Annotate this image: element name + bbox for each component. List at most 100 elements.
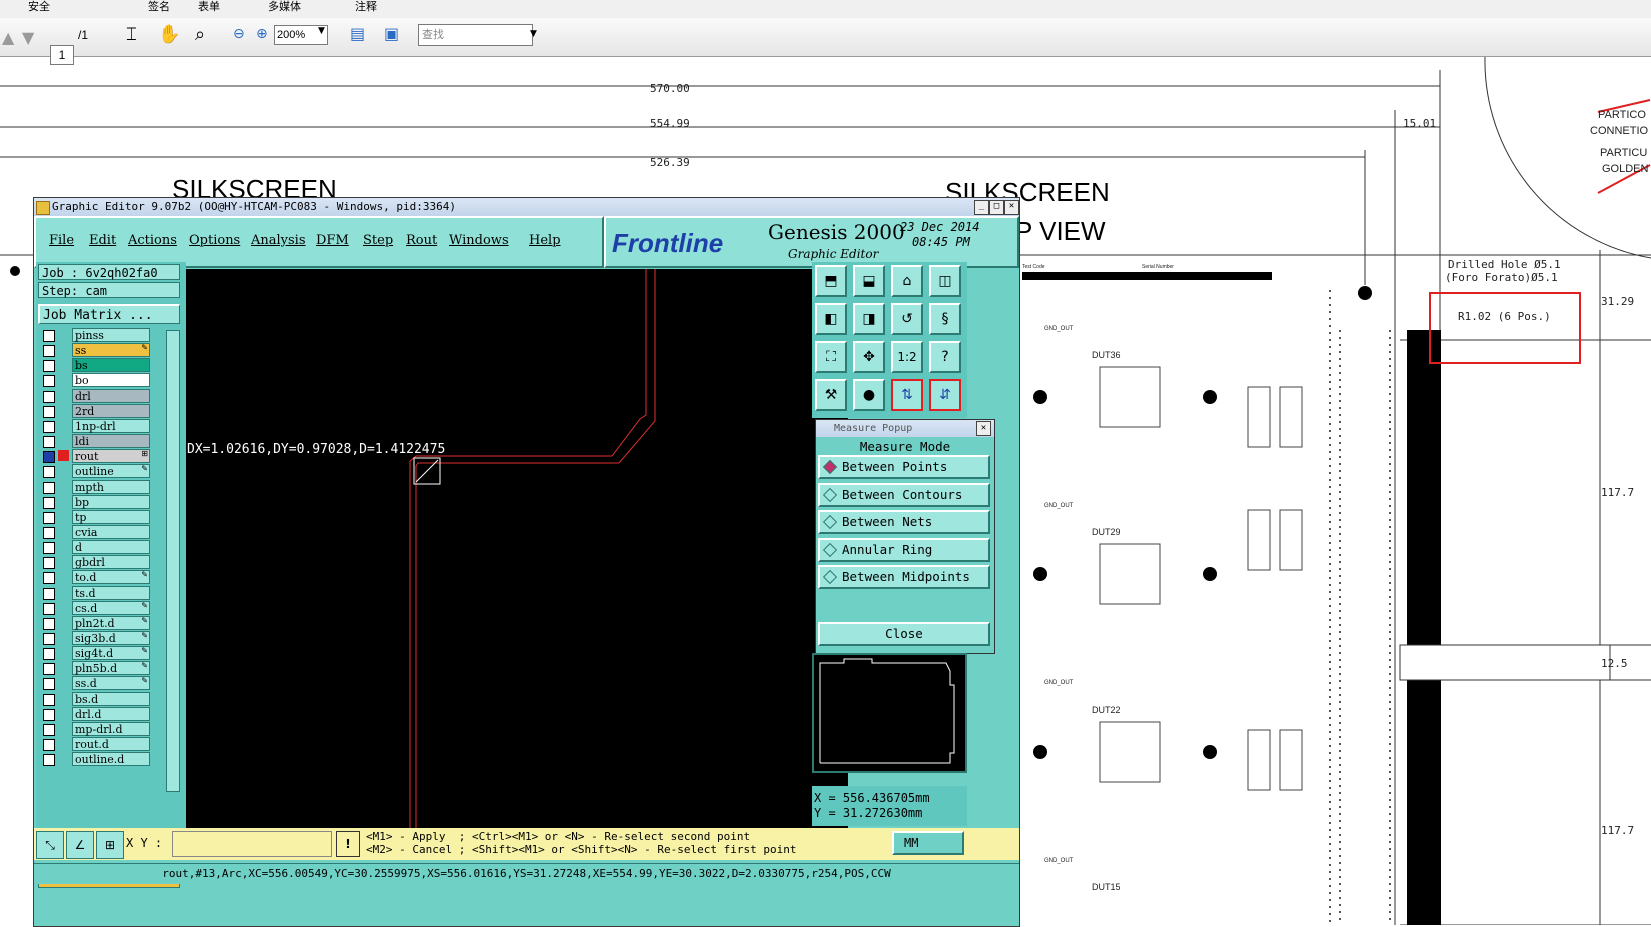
layer-name[interactable]: sig4t.d: [72, 646, 150, 661]
layer-row[interactable]: 2rd: [36, 403, 156, 418]
menu-comments[interactable]: 注释: [355, 0, 377, 14]
layer-checkbox[interactable]: [43, 420, 55, 433]
next-page-icon[interactable]: ▼: [22, 28, 34, 47]
menu-sign[interactable]: 签名: [148, 0, 170, 14]
probe-icon[interactable]: ●: [853, 379, 885, 411]
menu-edit[interactable]: Edit: [89, 233, 116, 248]
layer-row[interactable]: outline ✎: [36, 464, 156, 479]
layer-row[interactable]: ts.d: [36, 585, 156, 600]
layer-checkbox[interactable]: [43, 572, 55, 585]
layer-name[interactable]: d: [72, 540, 150, 555]
layer-checkbox[interactable]: [43, 693, 55, 706]
layer-checkbox[interactable]: [43, 617, 55, 630]
help-button[interactable]: ?: [929, 341, 961, 373]
measure-icon[interactable]: ⇅: [891, 379, 923, 411]
menu-file[interactable]: File: [49, 233, 74, 248]
radio-diamond-icon[interactable]: [822, 459, 838, 475]
radio-diamond-icon[interactable]: [822, 514, 838, 530]
layer-row[interactable]: bp: [36, 494, 156, 509]
layer-row[interactable]: sig3b.d ✎: [36, 631, 156, 645]
redraw-icon[interactable]: §: [929, 303, 961, 335]
snap-icon[interactable]: ⤡: [36, 831, 64, 859]
radio-diamond-icon[interactable]: [822, 542, 838, 557]
layer-checkbox[interactable]: [43, 481, 55, 494]
pan-up-icon[interactable]: ⬒: [815, 265, 847, 297]
layer-name[interactable]: gbdrl: [72, 555, 150, 570]
layer-name[interactable]: pln5b.d: [72, 661, 150, 676]
layer-checkbox[interactable]: [43, 708, 55, 721]
layer-name[interactable]: bo: [72, 373, 150, 388]
zoom-center-icon[interactable]: ✥: [853, 341, 885, 373]
layer-checkbox[interactable]: [43, 375, 55, 388]
layer-row[interactable]: pinss: [36, 328, 156, 342]
layer-checkbox[interactable]: [43, 587, 55, 600]
measure-option[interactable]: Between Points: [818, 455, 990, 479]
layer-checkbox[interactable]: [43, 663, 55, 676]
layer-row[interactable]: bs: [36, 358, 156, 373]
menu-multimedia[interactable]: 多媒体: [268, 0, 301, 14]
layer-checkbox[interactable]: [43, 345, 55, 358]
alert-icon[interactable]: !: [336, 831, 360, 857]
zoom-out-icon[interactable]: ⊖: [233, 26, 245, 42]
layer-checkbox[interactable]: [43, 542, 55, 555]
layer-name[interactable]: outline.d: [72, 752, 150, 767]
layer-checkbox[interactable]: [43, 405, 55, 418]
layer-name[interactable]: bp: [72, 494, 150, 509]
layer-row[interactable]: bs.d: [36, 691, 156, 706]
measure-option[interactable]: Between Nets: [818, 510, 990, 534]
select-tool-icon[interactable]: ⌶: [126, 24, 137, 45]
ratio-button[interactable]: 1:2: [891, 341, 923, 373]
measure-popup-titlebar[interactable]: Measure Popup ✕: [816, 420, 994, 437]
menu-help[interactable]: Help: [529, 233, 561, 248]
layer-checkbox[interactable]: [43, 511, 55, 524]
layer-row[interactable]: mp-drl.d: [36, 721, 156, 736]
menu-actions[interactable]: Actions: [128, 233, 177, 248]
measure-option[interactable]: Between Midpoints: [818, 565, 990, 589]
pan-right-icon[interactable]: ◨: [853, 303, 885, 335]
menu-rout[interactable]: Rout: [406, 233, 437, 248]
layer-name[interactable]: pln2t.d: [72, 615, 150, 630]
layer-checkbox[interactable]: [43, 678, 55, 691]
layer-row[interactable]: outline.d: [36, 752, 156, 767]
layer-name[interactable]: rout: [72, 449, 150, 464]
layer-checkbox[interactable]: [43, 330, 55, 342]
minimize-icon[interactable]: _: [974, 200, 989, 215]
layer-name[interactable]: rout.d: [72, 737, 150, 752]
layer-checkbox[interactable]: [43, 466, 55, 479]
layer-name[interactable]: mpth: [72, 479, 150, 494]
measure-close-button[interactable]: Close: [818, 622, 990, 646]
layer-name[interactable]: 1np-drl: [72, 418, 150, 433]
units-select[interactable]: MM: [892, 831, 964, 855]
layer-row[interactable]: mpth: [36, 479, 156, 494]
layer-checkbox[interactable]: [43, 723, 55, 736]
layer-row[interactable]: to.d ✎: [36, 570, 156, 585]
layer-name[interactable]: drl: [72, 388, 150, 403]
window-split-icon[interactable]: ◫: [929, 265, 961, 297]
layer-checkbox[interactable]: [43, 451, 55, 464]
layer-checkbox[interactable]: [43, 436, 55, 449]
menu-dfm[interactable]: DFM: [316, 233, 349, 248]
layer-checkbox[interactable]: [43, 739, 55, 752]
chevron-down-icon[interactable]: ▼: [318, 26, 325, 36]
layer-row[interactable]: pln5b.d ✎: [36, 661, 156, 676]
undo-icon[interactable]: ↺: [891, 303, 923, 335]
layer-name[interactable]: cvia: [72, 524, 150, 539]
layer-name[interactable]: mp-drl.d: [72, 721, 150, 736]
layer-name[interactable]: 2rd: [72, 403, 150, 418]
layer-name[interactable]: outline: [72, 464, 150, 479]
layer-name[interactable]: bs: [72, 358, 150, 373]
layer-scrollbar[interactable]: [166, 330, 180, 792]
menu-analysis[interactable]: Analysis: [251, 233, 306, 248]
popup-close-icon[interactable]: ✕: [976, 421, 991, 436]
fit-width-icon[interactable]: ▣: [384, 24, 399, 43]
layer-checkbox[interactable]: [43, 633, 55, 645]
layer-checkbox[interactable]: [43, 648, 55, 661]
search-dropdown-icon[interactable]: ▼: [530, 29, 537, 39]
close-icon[interactable]: ✕: [1004, 200, 1019, 215]
layer-row[interactable]: tp: [36, 509, 156, 524]
xy-input[interactable]: [172, 831, 332, 857]
layer-row[interactable]: rout.d: [36, 737, 156, 752]
layer-row[interactable]: d: [36, 540, 156, 555]
layer-name[interactable]: ss: [72, 343, 150, 358]
zoom-fit-icon[interactable]: ⛶: [815, 341, 847, 373]
